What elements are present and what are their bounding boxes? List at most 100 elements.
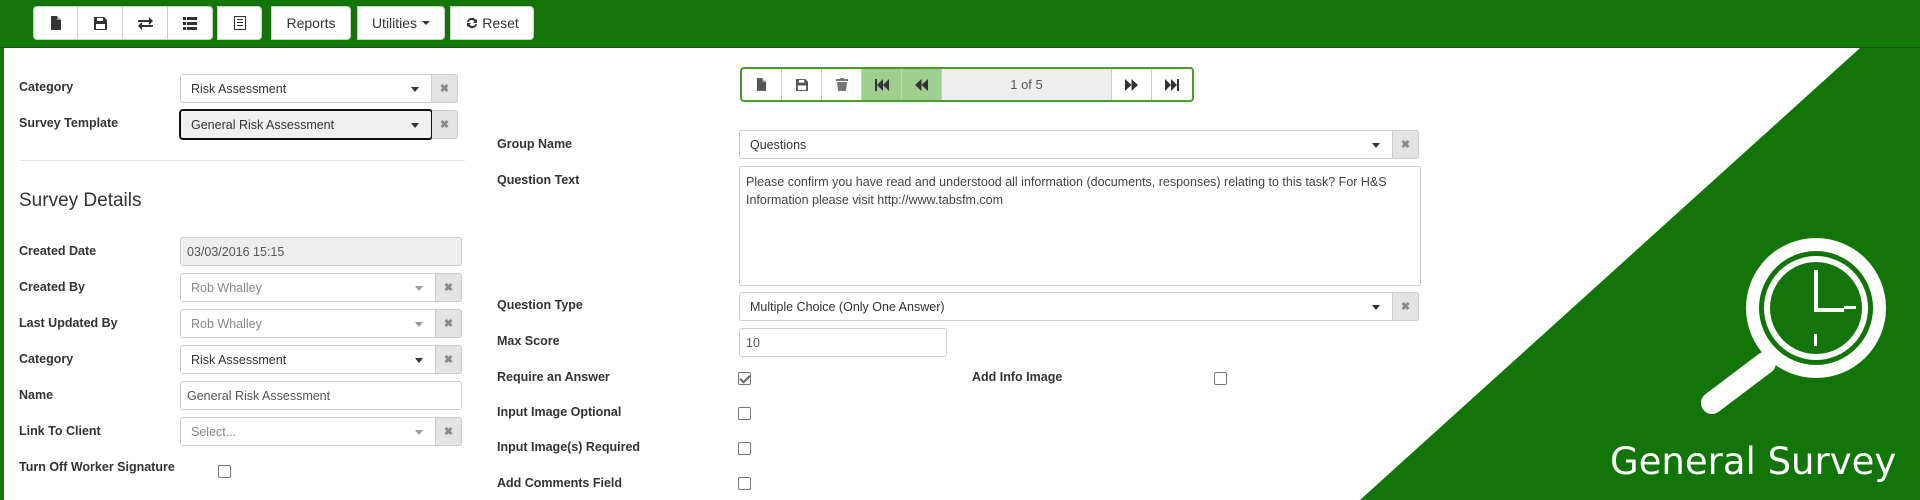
input-images-required-label: Input Image(s) Required [497, 440, 641, 454]
caret-down-icon [1372, 305, 1380, 310]
caret-down-icon [415, 430, 423, 435]
save-record-button[interactable] [782, 69, 822, 100]
created-by-label: Created By [19, 280, 85, 294]
category-label: Category [19, 80, 74, 94]
top-toolbar: Reports Utilities Reset [0, 0, 1920, 48]
save-button[interactable] [78, 6, 123, 40]
last-record-button[interactable] [1152, 69, 1192, 100]
input-image-optional-checkbox[interactable] [738, 407, 751, 420]
brand-title: General Survey [1610, 440, 1897, 483]
new-file-button[interactable] [33, 6, 78, 40]
name-field[interactable]: General Risk Assessment [180, 381, 462, 410]
survey-template-select[interactable]: General Risk Assessment [179, 109, 433, 140]
group-name-value: Questions [750, 137, 807, 152]
new-file-icon [756, 78, 767, 91]
link-to-client-placeholder: Select... [191, 424, 237, 439]
caret-down-icon [415, 358, 423, 363]
input-image-optional-label: Input Image Optional [497, 405, 622, 419]
group-name-clear-button[interactable]: ✖ [1393, 130, 1419, 159]
reset-group: Reset [450, 6, 534, 40]
first-icon [874, 78, 889, 91]
utilities-dropdown[interactable]: Utilities [357, 6, 445, 40]
page-left-border [0, 48, 4, 500]
reset-button[interactable]: Reset [450, 6, 534, 40]
caret-down-icon [415, 322, 423, 327]
transfer-button[interactable] [123, 6, 168, 40]
record-navigator: 1 of 5 [740, 67, 1194, 102]
category-clear-button[interactable]: ✖ [432, 74, 458, 103]
utilities-group: Utilities [357, 6, 445, 40]
link-to-client-clear-button[interactable]: ✖ [436, 417, 462, 446]
survey-template-value: General Risk Assessment [191, 117, 335, 132]
require-answer-label: Require an Answer [497, 370, 610, 384]
notes-group [217, 6, 262, 40]
reports-group: Reports [271, 6, 351, 40]
next-record-button[interactable] [1112, 69, 1152, 100]
last-updated-by-select[interactable]: Rob Whalley [180, 309, 436, 338]
trash-icon [835, 78, 848, 91]
link-to-client-label: Link To Client [19, 424, 101, 438]
question-type-clear-button[interactable]: ✖ [1393, 292, 1419, 321]
first-record-button[interactable] [862, 69, 902, 100]
add-comments-field-label: Add Comments Field [497, 476, 623, 490]
category2-clear-button[interactable]: ✖ [436, 345, 462, 374]
add-info-image-label: Add Info Image [972, 370, 1063, 384]
last-updated-by-clear-button[interactable]: ✖ [436, 309, 462, 338]
max-score-field[interactable]: 10 [739, 328, 947, 357]
caret-down-icon [415, 286, 423, 291]
forward-icon [1125, 78, 1138, 91]
category-select[interactable]: Risk Assessment [180, 74, 432, 103]
brand-banner [1360, 48, 1920, 500]
list-icon [183, 16, 197, 30]
caret-down-icon [1372, 143, 1380, 148]
name-label: Name [19, 388, 54, 402]
caret-down-icon [422, 21, 431, 25]
new-record-button[interactable] [742, 69, 782, 100]
reset-label: Reset [482, 15, 519, 31]
link-to-client-select[interactable]: Select... [180, 417, 436, 446]
worker-signature-label: Turn Off Worker Signature [19, 460, 175, 474]
worker-signature-checkbox[interactable] [218, 465, 231, 478]
add-info-image-checkbox[interactable] [1214, 372, 1227, 385]
add-comments-field-checkbox[interactable] [738, 477, 751, 490]
backward-icon [915, 78, 928, 91]
caret-down-icon [411, 87, 419, 92]
category2-select[interactable]: Risk Assessment [180, 345, 436, 374]
question-type-select[interactable]: Multiple Choice (Only One Answer) [739, 292, 1393, 321]
file-actions-group [33, 6, 213, 40]
list-button[interactable] [168, 6, 213, 40]
created-by-value: Rob Whalley [191, 280, 262, 295]
created-date-field: 03/03/2016 15:15 [180, 237, 462, 266]
survey-template-label: Survey Template [19, 116, 119, 130]
caret-down-icon [411, 123, 419, 128]
new-file-icon [50, 16, 61, 30]
delete-record-button[interactable] [822, 69, 862, 100]
notes-icon [233, 16, 246, 30]
group-name-label: Group Name [497, 137, 573, 151]
last-icon [1165, 78, 1179, 91]
created-by-select[interactable]: Rob Whalley [180, 273, 436, 302]
require-answer-checkbox[interactable] [738, 372, 751, 385]
created-date-label: Created Date [19, 244, 97, 258]
divider [19, 160, 465, 161]
record-count: 1 of 5 [942, 69, 1112, 100]
group-name-select[interactable]: Questions [739, 130, 1393, 159]
previous-record-button[interactable] [902, 69, 942, 100]
category2-label: Category [19, 352, 74, 366]
category2-value: Risk Assessment [191, 352, 287, 367]
reports-button[interactable]: Reports [271, 6, 351, 40]
save-icon [93, 16, 107, 30]
refresh-icon [467, 17, 478, 29]
notes-button[interactable] [217, 6, 262, 40]
input-images-required-checkbox[interactable] [738, 442, 751, 455]
question-text-field[interactable]: Please confirm you have read and underst… [739, 166, 1421, 286]
transfer-icon [137, 16, 153, 30]
category-value: Risk Assessment [191, 81, 287, 96]
question-type-value: Multiple Choice (Only One Answer) [750, 299, 945, 314]
question-type-label: Question Type [497, 298, 583, 312]
survey-template-clear-button[interactable]: ✖ [432, 110, 458, 139]
utilities-label: Utilities [371, 15, 418, 31]
created-by-clear-button[interactable]: ✖ [436, 273, 462, 302]
save-icon [795, 78, 808, 91]
question-text-label: Question Text [497, 173, 580, 187]
